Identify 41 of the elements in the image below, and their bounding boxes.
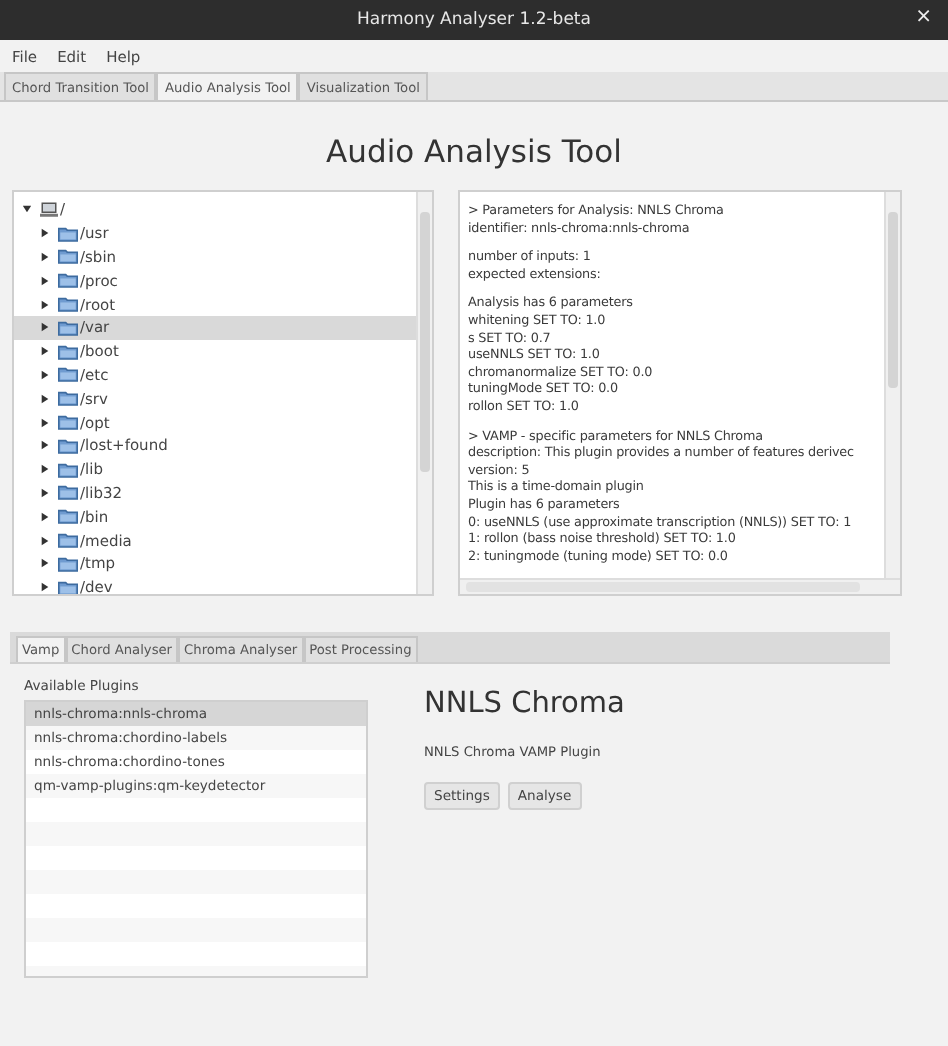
page-heading: Audio Analysis Tool xyxy=(324,134,624,174)
folder-icon xyxy=(58,390,78,407)
plugin-title: NNLS Chroma xyxy=(424,688,625,720)
scrollbar[interactable] xyxy=(460,578,900,594)
folder-icon xyxy=(58,248,78,265)
folder-icon xyxy=(58,555,78,572)
close-button[interactable]: × xyxy=(911,6,936,28)
folder-icon xyxy=(58,484,78,501)
expand-arrow-icon[interactable] xyxy=(40,535,50,546)
folder-icon xyxy=(58,437,78,454)
expand-arrow-icon[interactable] xyxy=(40,228,50,239)
expand-arrow-icon[interactable] xyxy=(40,322,50,333)
expand-arrow-icon[interactable] xyxy=(40,558,50,569)
expand-arrow-icon[interactable] xyxy=(40,511,50,522)
expand-arrow-icon[interactable] xyxy=(40,582,50,593)
folder-icon xyxy=(58,319,78,336)
window-title: Harmony Analyser 1.2-beta xyxy=(357,10,591,30)
folder-icon xyxy=(58,414,78,431)
scrollbar[interactable] xyxy=(884,192,900,578)
folder-icon xyxy=(58,343,78,360)
expand-arrow-icon[interactable] xyxy=(40,464,50,475)
folder-icon xyxy=(58,272,78,289)
expand-arrow-icon[interactable] xyxy=(40,369,50,380)
folder-icon xyxy=(58,366,78,383)
expand-arrow-icon[interactable] xyxy=(40,417,50,428)
expand-arrow-icon[interactable] xyxy=(22,204,32,215)
scrollbar[interactable] xyxy=(416,192,432,594)
folder-icon xyxy=(58,508,78,525)
expand-arrow-icon[interactable] xyxy=(40,393,50,404)
expand-arrow-icon[interactable] xyxy=(40,487,50,498)
expand-arrow-icon[interactable] xyxy=(40,346,50,357)
folder-icon xyxy=(58,579,78,594)
computer-icon xyxy=(40,201,58,218)
folder-icon xyxy=(58,532,78,549)
folder-icon xyxy=(58,461,78,478)
expand-arrow-icon[interactable] xyxy=(40,440,50,451)
expand-arrow-icon[interactable] xyxy=(40,275,50,286)
expand-arrow-icon[interactable] xyxy=(40,299,50,310)
expand-arrow-icon[interactable] xyxy=(40,251,50,262)
folder-icon xyxy=(58,296,78,313)
folder-icon xyxy=(58,225,78,242)
